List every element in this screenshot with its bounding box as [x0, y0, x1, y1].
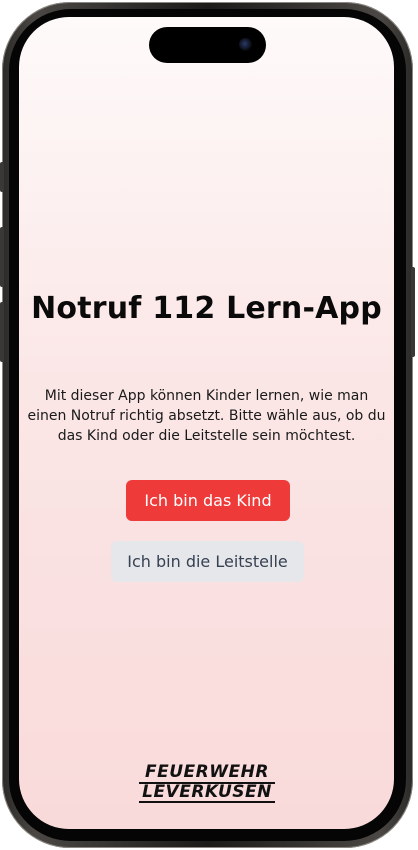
feuerwehr-leverkusen-logo: FEUERWEHR LEVERKUSEN [139, 762, 275, 808]
volume-down-button [0, 302, 4, 362]
page-title: Notruf 112 Lern-App [31, 291, 382, 326]
logo-line-2: LEVERKUSEN [139, 782, 275, 803]
app-screen: Notruf 112 Lern-App Mit dieser App könne… [19, 17, 394, 829]
dynamic-island [149, 27, 266, 63]
volume-up-button [0, 227, 4, 287]
control-center-role-button[interactable]: Ich bin die Leitstelle [111, 541, 304, 582]
camera-icon [239, 38, 252, 51]
intro-text: Mit dieser App können Kinder lernen, wie… [27, 388, 386, 444]
power-button [411, 267, 415, 357]
child-role-button[interactable]: Ich bin das Kind [126, 480, 290, 521]
action-button [0, 162, 4, 192]
logo-line-1: FEUERWEHR [145, 762, 269, 782]
